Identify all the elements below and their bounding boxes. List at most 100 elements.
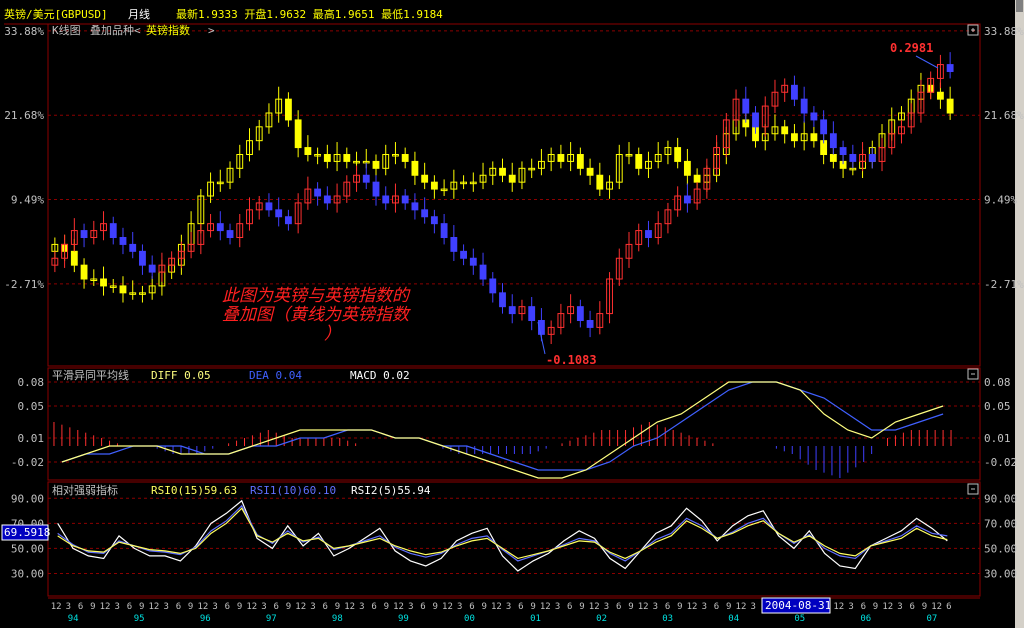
- index-candle-body: [946, 98, 954, 114]
- x-tick-label: 9: [433, 602, 438, 612]
- x-tick-label: 6: [861, 602, 866, 612]
- rsi1-legend: RSI1(10)60.10: [250, 484, 336, 497]
- x-tick-label: 3: [897, 602, 902, 612]
- gbpusd-candle-body: [421, 209, 429, 218]
- index-candle-body: [674, 147, 682, 162]
- x-year-label: 00: [464, 614, 475, 624]
- x-tick-label: 3: [261, 602, 266, 612]
- x-tick-label: 9: [335, 602, 340, 612]
- x-year-label: 01: [530, 614, 541, 624]
- index-candle-body: [100, 278, 107, 287]
- x-tick-label: 3: [310, 602, 315, 612]
- index-candle-body: [430, 181, 438, 190]
- x-tick-label: 12: [246, 602, 257, 612]
- x-year-label: 96: [200, 614, 211, 624]
- macd-title: 平滑异同平均线: [52, 368, 129, 382]
- x-year-label: 04: [728, 614, 739, 624]
- x-year-label: 03: [662, 614, 673, 624]
- x-tick-label: 12: [51, 602, 62, 612]
- x-year-label: 02: [596, 614, 607, 624]
- index-candle-body: [119, 285, 127, 294]
- diff-line: [61, 381, 944, 479]
- x-tick-label: 9: [628, 602, 633, 612]
- x-tick-label: 6: [616, 602, 621, 612]
- expand-icon[interactable]: [967, 24, 979, 36]
- collapse-icon[interactable]: [967, 368, 979, 380]
- gbpusd-candle-body: [430, 216, 438, 225]
- x-tick-label: 9: [726, 602, 731, 612]
- index-candle-body: [294, 119, 302, 149]
- x-tick-label: 6: [518, 602, 523, 612]
- x-tick-label: 12: [491, 602, 502, 612]
- index-candle-body: [421, 174, 429, 183]
- gbpusd-candle-body: [362, 174, 370, 183]
- gbpusd-candle-body: [489, 278, 497, 294]
- diff-legend: DIFF 0.05: [151, 369, 211, 382]
- high-pointer: [915, 55, 939, 69]
- x-tick-label: 6: [371, 602, 376, 612]
- gbpusd-candle-body: [499, 292, 506, 308]
- gbpusd-candle-body: [109, 223, 117, 239]
- x-tick-label: 9: [286, 602, 291, 612]
- x-tick-label: 9: [139, 602, 144, 612]
- index-candle-body: [323, 154, 331, 162]
- chart-screen: 英镑/美元[GBPUSD] 月线 最新1.9333 开盘1.9632 最高1.9…: [1, 0, 1024, 628]
- window-frame: [1015, 0, 1024, 628]
- x-tick-label: 9: [922, 602, 927, 612]
- x-tick-label: 9: [237, 602, 242, 612]
- gbpusd-candle-body: [284, 216, 292, 225]
- gbpusd-candle-body: [742, 98, 750, 114]
- dea-line: [61, 381, 944, 471]
- rsi-tick-label: 90.00: [11, 492, 44, 505]
- kline-panel: 33.88% 21.68% 9.49% -2.71% 33.88% 21.68% 9.49…: [4, 23, 1024, 367]
- index-candle-body: [791, 133, 798, 142]
- kline-title: K线图: [52, 23, 81, 37]
- x-tick-label: 3: [212, 602, 217, 612]
- x-tick-label: 3: [702, 602, 707, 612]
- x-tick-label: 3: [555, 602, 560, 612]
- scroll-button[interactable]: [1016, 0, 1023, 12]
- x-tick-label: 9: [188, 602, 193, 612]
- index-candle-body: [683, 160, 691, 176]
- index-candle-body: [372, 160, 380, 169]
- index-candle-body: [781, 126, 789, 135]
- kline-tick-label: 21.68%: [984, 109, 1024, 122]
- gbpusd-candle-body: [752, 112, 759, 128]
- kline-tick-label: 33.88%: [4, 25, 44, 38]
- x-tick-label: 3: [66, 602, 71, 612]
- rsi-tick-label: 90.00: [984, 492, 1017, 505]
- x-tick-label: 6: [176, 602, 181, 612]
- macd-tick-label: -0.02: [984, 456, 1017, 469]
- index-candle-body: [304, 147, 312, 155]
- gbpusd-candle-body: [119, 237, 127, 245]
- x-tick-label: 3: [408, 602, 413, 612]
- collapse-icon[interactable]: [967, 483, 979, 495]
- period-label[interactable]: 月线: [128, 7, 150, 21]
- gbpusd-candle-body: [411, 202, 419, 211]
- x-year-label: 97: [266, 614, 277, 624]
- rsi-tick-label: 50.00: [11, 542, 44, 555]
- overlay-name[interactable]: 英镑指数: [146, 23, 190, 37]
- x-tick-label: 9: [530, 602, 535, 612]
- low-value-label: -0.1083: [546, 353, 597, 367]
- x-tick-label: 12: [638, 602, 649, 612]
- gbpusd-candle-body: [323, 195, 331, 204]
- x-tick-label: 9: [677, 602, 682, 612]
- kline-y-axis-left: 33.88% 21.68% 9.49% -2.71%: [4, 25, 44, 291]
- x-tick-label: 3: [163, 602, 168, 612]
- x-tick-label: 3: [457, 602, 462, 612]
- index-candle-body: [411, 160, 419, 176]
- macd-y-axis-right: 0.08 0.05 0.01 -0.02: [984, 376, 1017, 469]
- x-tick-label: 12: [344, 602, 355, 612]
- gbpusd-candle-body: [148, 264, 156, 273]
- x-tick-label: 12: [197, 602, 208, 612]
- x-year-label: 98: [332, 614, 343, 624]
- gbpusd-candle-body: [868, 154, 876, 162]
- gbpusd-candle-body: [576, 306, 584, 321]
- x-tick-label: 12: [100, 602, 111, 612]
- gbpusd-candle-body: [508, 306, 516, 315]
- x-tick-label: 12: [295, 602, 306, 612]
- gbpusd-candle-body: [946, 64, 954, 73]
- gbpusd-candle-body: [216, 223, 224, 232]
- x-tick-label: 6: [127, 602, 132, 612]
